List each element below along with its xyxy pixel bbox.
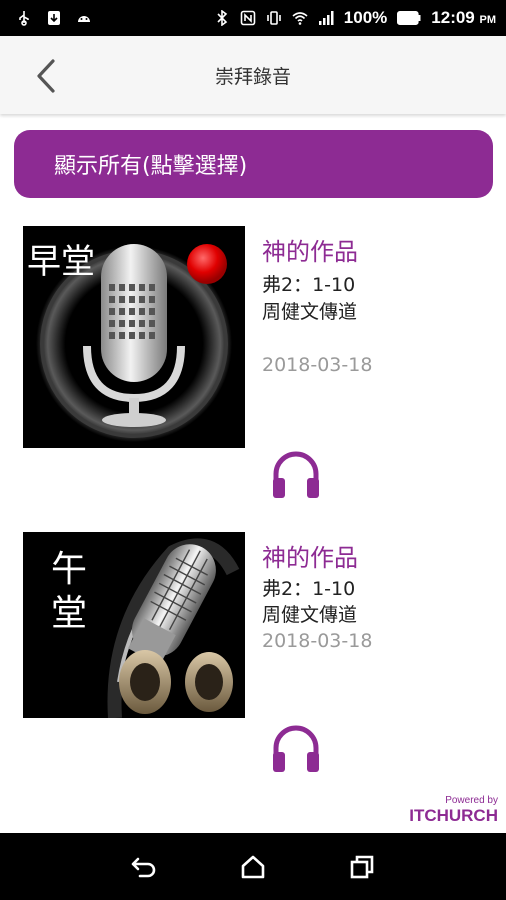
thumbnail-label-line2: 堂 bbox=[51, 593, 88, 634]
item-verse: 弗2：1-10 bbox=[262, 274, 356, 296]
list-item[interactable]: 午 堂 神的作品 弗2：1-10 周健文傳道 2018-03-18 bbox=[0, 532, 506, 792]
android-icon bbox=[78, 16, 90, 22]
recording-thumbnail: 早堂 bbox=[23, 226, 245, 448]
play-audio-button[interactable] bbox=[270, 722, 322, 774]
clock-ampm: PM bbox=[479, 14, 497, 26]
item-date: 2018-03-18 bbox=[262, 354, 373, 376]
powered-by-badge: Powered by ITCHURCH bbox=[409, 795, 498, 826]
nav-back-button[interactable] bbox=[124, 847, 164, 887]
back-arrow-icon bbox=[132, 857, 156, 877]
status-bar: 100% 12:09 PM bbox=[0, 0, 506, 36]
headphones-icon bbox=[273, 451, 319, 498]
item-verse: 弗2：1-10 bbox=[262, 578, 356, 600]
item-title: 神的作品 bbox=[262, 544, 358, 572]
recents-icon bbox=[350, 855, 373, 878]
thumbnail-label-line1: 午 bbox=[51, 549, 88, 590]
signal-icon bbox=[318, 11, 334, 25]
battery-percent: 100% bbox=[343, 8, 388, 27]
home-icon bbox=[241, 855, 265, 878]
powered-by-text: Powered by bbox=[445, 795, 498, 806]
page-title: 崇拜錄音 bbox=[214, 65, 291, 88]
list-item[interactable]: 早堂 神的作品 弗2：1-10 周健文傳道 2018-03-18 bbox=[0, 226, 506, 506]
filter-button-label: 顯示所有(點擊選擇) bbox=[54, 154, 248, 179]
download-icon bbox=[48, 11, 60, 25]
nfc-icon bbox=[240, 10, 256, 26]
filter-button[interactable]: 顯示所有(點擊選擇) bbox=[14, 130, 493, 198]
thumbnail-label: 午 堂 bbox=[51, 548, 87, 636]
nav-recents-button[interactable] bbox=[342, 847, 382, 887]
item-speaker: 周健文傳道 bbox=[262, 301, 358, 323]
app-bar: 崇拜錄音 bbox=[0, 36, 506, 114]
chevron-left-icon bbox=[37, 59, 55, 93]
wifi-icon bbox=[292, 12, 308, 25]
item-speaker: 周健文傳道 bbox=[262, 604, 358, 626]
item-title: 神的作品 bbox=[262, 238, 358, 266]
play-audio-button[interactable] bbox=[270, 448, 322, 500]
vibrate-icon bbox=[266, 11, 281, 25]
item-date: 2018-03-18 bbox=[262, 630, 373, 652]
headphones-icon bbox=[273, 725, 319, 772]
thumbnail-label: 早堂 bbox=[27, 242, 95, 282]
usb-icon bbox=[19, 11, 29, 26]
clock: 12:09 PM bbox=[431, 8, 496, 28]
itchurch-logo: ITCHURCH bbox=[409, 806, 498, 825]
bluetooth-icon bbox=[217, 10, 228, 26]
back-button[interactable] bbox=[26, 56, 66, 96]
recording-thumbnail: 午 堂 bbox=[23, 532, 245, 718]
battery-icon bbox=[397, 11, 421, 25]
system-nav-bar bbox=[0, 833, 506, 900]
clock-time: 12:09 bbox=[431, 8, 475, 27]
nav-home-button[interactable] bbox=[233, 847, 273, 887]
